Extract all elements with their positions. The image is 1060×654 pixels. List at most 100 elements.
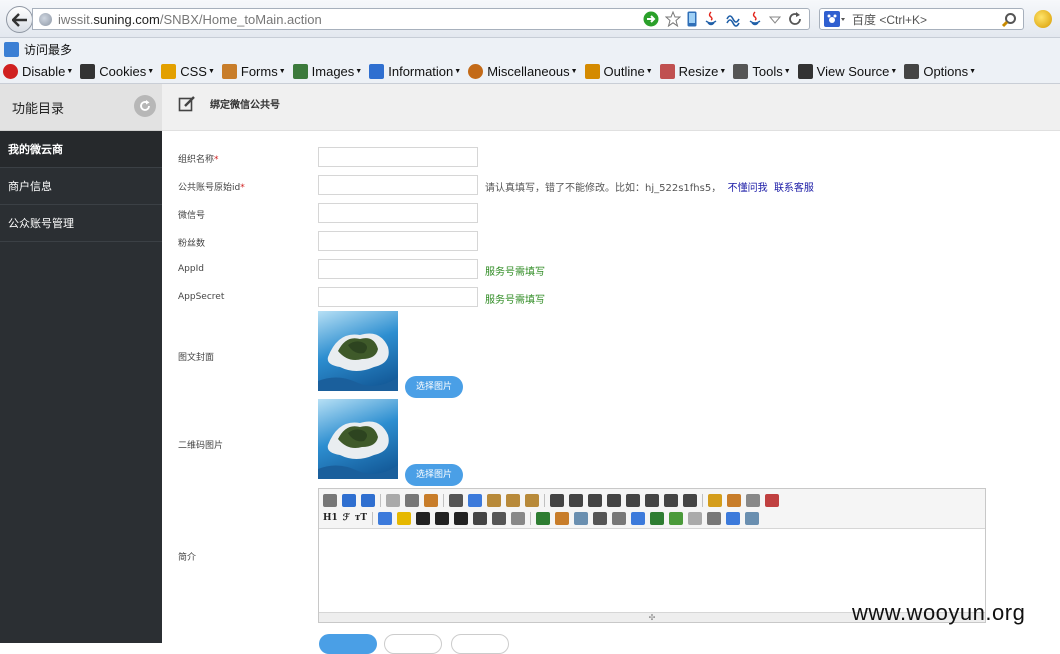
appsecret-input[interactable] xyxy=(318,287,478,307)
devtool-options[interactable]: Options ▼ xyxy=(904,64,976,79)
devtool-view-source[interactable]: View Source ▼ xyxy=(797,64,897,79)
go-icon[interactable] xyxy=(643,11,659,27)
source-icon[interactable] xyxy=(323,493,337,507)
bold-icon[interactable] xyxy=(416,511,431,525)
dont-know-link[interactable]: 不懂问我 xyxy=(728,183,768,194)
devtool-information[interactable]: Information ▼ xyxy=(369,64,461,79)
indent-icon[interactable] xyxy=(664,493,678,507)
reload-icon[interactable] xyxy=(787,11,803,27)
align-center-icon[interactable] xyxy=(569,493,583,507)
submit-button[interactable] xyxy=(319,634,377,654)
devtool-outline[interactable]: Outline ▼ xyxy=(584,64,653,79)
align-justify-icon[interactable] xyxy=(607,493,621,507)
devtool-resize[interactable]: Resize ▼ xyxy=(659,64,726,79)
public-id-label: 公共账号原始id* xyxy=(178,183,245,193)
select-cover-button[interactable]: 选择图片 xyxy=(405,376,463,398)
font-color-icon[interactable] xyxy=(378,511,393,525)
font-size-button[interactable]: тT xyxy=(355,513,367,523)
browser-navbar: iwssit.suning.com/SNBX/Home_toMain.actio… xyxy=(0,0,1060,38)
pointer-icon[interactable] xyxy=(746,493,760,507)
devtool-cookies[interactable]: Cookies ▼ xyxy=(80,64,154,79)
editor-toolbar-row-2: H1 ℱ тT xyxy=(323,509,981,527)
flash-icon[interactable] xyxy=(574,511,589,525)
undo-icon[interactable] xyxy=(342,493,356,507)
public-id-input[interactable] xyxy=(318,175,478,195)
select-qrcode-button[interactable]: 选择图片 xyxy=(405,464,463,486)
font-family-button[interactable]: ℱ xyxy=(343,513,350,523)
sidebar-item-merchant-info[interactable]: 商户信息 xyxy=(0,168,162,205)
url-bar-icons xyxy=(643,11,803,27)
bookmark-most-visited[interactable]: 访问最多 xyxy=(24,41,72,58)
information-icon xyxy=(369,64,385,79)
preview-icon[interactable] xyxy=(386,493,400,507)
org-name-input[interactable] xyxy=(318,147,478,167)
cut-icon[interactable] xyxy=(449,493,463,507)
devtool-miscellaneous[interactable]: Miscellaneous ▼ xyxy=(468,64,578,79)
refresh-icon[interactable] xyxy=(134,95,156,117)
redo-icon[interactable] xyxy=(361,493,375,507)
contact-link[interactable]: 联系客服 xyxy=(774,183,814,194)
pagebreak-icon[interactable] xyxy=(688,511,703,525)
italic-icon[interactable] xyxy=(435,511,450,525)
image-icon[interactable] xyxy=(536,511,551,525)
unordered-list-icon[interactable] xyxy=(645,493,659,507)
heading-button[interactable]: H1 xyxy=(323,513,338,523)
outdent-icon[interactable] xyxy=(683,493,697,507)
java-wave-icon[interactable] xyxy=(725,11,741,27)
paste-text-icon[interactable] xyxy=(506,493,520,507)
wechat-input[interactable] xyxy=(318,203,478,223)
search-icon[interactable] xyxy=(1001,12,1017,28)
appid-input[interactable] xyxy=(318,259,478,279)
devtool-tools[interactable]: Tools ▼ xyxy=(733,64,791,79)
link-icon[interactable] xyxy=(726,511,741,525)
caret-down-icon: ▼ xyxy=(355,68,363,75)
page-title: 绑定微信公共号 xyxy=(210,100,280,111)
ordered-list-icon[interactable] xyxy=(626,493,640,507)
align-left-icon[interactable] xyxy=(550,493,564,507)
attachment-icon[interactable] xyxy=(612,511,627,525)
strike-icon[interactable] xyxy=(473,511,488,525)
print-icon[interactable] xyxy=(405,493,419,507)
hr-icon[interactable] xyxy=(650,511,665,525)
devtool-disable[interactable]: Disable ▼ xyxy=(3,64,73,79)
sidebar-item-my-weiyunshang[interactable]: 我的微云商 xyxy=(0,131,162,168)
underline-icon[interactable] xyxy=(454,511,469,525)
devtool-images[interactable]: Images ▼ xyxy=(292,64,363,79)
dropdown-triangle-icon[interactable] xyxy=(769,11,781,27)
devtool-css[interactable]: CSS ▼ xyxy=(161,64,215,79)
table-icon[interactable] xyxy=(631,511,646,525)
phone-icon[interactable] xyxy=(687,11,697,27)
fullscreen-icon[interactable] xyxy=(765,493,779,507)
paste-icon[interactable] xyxy=(487,493,501,507)
java-icon-2[interactable] xyxy=(747,11,763,27)
anchor-icon[interactable] xyxy=(707,511,722,525)
template-icon[interactable] xyxy=(424,493,438,507)
search-bar[interactable]: 百度 <Ctrl+K> xyxy=(819,8,1024,30)
highlight-icon[interactable] xyxy=(397,511,412,525)
copy-icon[interactable] xyxy=(468,493,482,507)
island-image xyxy=(318,421,398,479)
devtool-label: Outline xyxy=(603,64,645,79)
fans-input[interactable] xyxy=(318,231,478,251)
eraser-icon[interactable] xyxy=(511,511,526,525)
sidebar-item-public-account[interactable]: 公众账号管理 xyxy=(0,205,162,242)
emoticon-icon[interactable] xyxy=(669,511,684,525)
url-bar[interactable]: iwssit.suning.com/SNBX/Home_toMain.actio… xyxy=(32,8,810,30)
select-all-icon[interactable] xyxy=(727,493,741,507)
java-icon[interactable] xyxy=(703,11,719,27)
search-placeholder: 百度 <Ctrl+K> xyxy=(852,12,928,27)
star-icon[interactable] xyxy=(665,11,681,27)
caret-down-icon: ▼ xyxy=(207,68,215,75)
secondary-button[interactable] xyxy=(384,634,442,654)
devtool-forms[interactable]: Forms ▼ xyxy=(221,64,286,79)
align-right-icon[interactable] xyxy=(588,493,602,507)
line-height-icon[interactable] xyxy=(492,511,507,525)
unlink-icon[interactable] xyxy=(745,511,760,525)
addon-smiley-icon[interactable] xyxy=(1034,10,1052,28)
paste-word-icon[interactable] xyxy=(525,493,539,507)
media-icon[interactable] xyxy=(593,511,608,525)
multi-image-icon[interactable] xyxy=(555,511,570,525)
tertiary-button[interactable] xyxy=(451,634,509,654)
clear-format-icon[interactable] xyxy=(708,493,722,507)
back-button[interactable] xyxy=(6,6,33,33)
